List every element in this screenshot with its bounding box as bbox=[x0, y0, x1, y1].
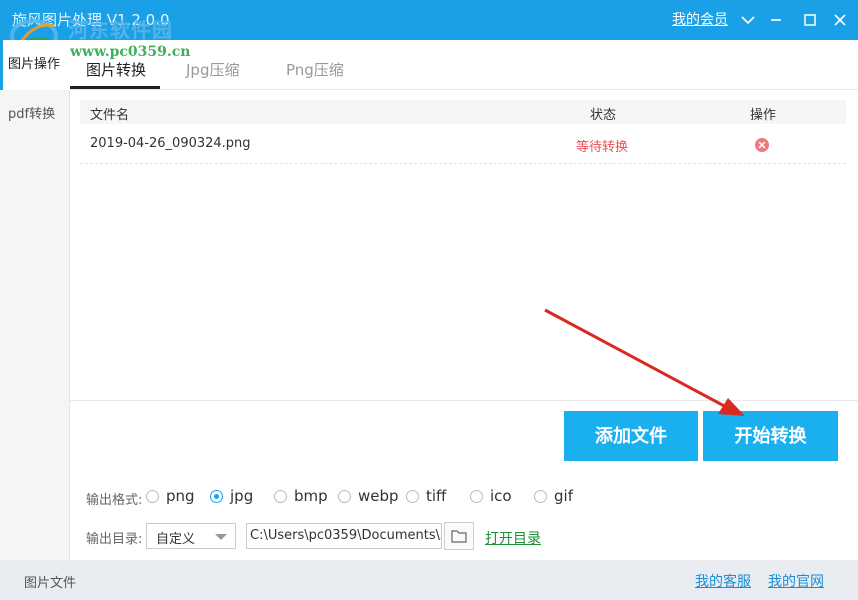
tab-jpg-compress[interactable]: Jpg压缩 bbox=[186, 59, 239, 80]
title-bar: 旋风图片处理 V1.2.0.0 我的会员 bbox=[0, 0, 858, 40]
folder-icon bbox=[451, 530, 467, 543]
browse-folder-button[interactable] bbox=[444, 522, 474, 550]
status-badge: 等待转换 bbox=[576, 140, 629, 155]
radio-circle bbox=[406, 490, 419, 503]
table-header: 文件名 状态 操作 bbox=[80, 100, 846, 124]
radio-circle bbox=[146, 490, 159, 503]
radio-circle bbox=[534, 490, 547, 503]
chevron-down-icon[interactable] bbox=[738, 10, 758, 30]
active-tab-indicator bbox=[70, 86, 160, 89]
tab-png-compress[interactable]: Png压缩 bbox=[286, 59, 344, 80]
column-header-action: 操作 bbox=[750, 108, 777, 123]
radio-circle bbox=[338, 490, 351, 503]
output-dir-mode-select[interactable]: 自定义 bbox=[146, 523, 236, 549]
column-header-status: 状态 bbox=[590, 108, 617, 123]
output-dir-path-input[interactable]: C:\Users\pc0359\Documents\x bbox=[246, 523, 442, 549]
close-icon[interactable] bbox=[830, 10, 850, 30]
radio-circle bbox=[274, 490, 287, 503]
maximize-icon[interactable] bbox=[800, 10, 820, 30]
table-row[interactable]: 2019-04-26_090324.png 等待转换 bbox=[80, 126, 846, 164]
caret-down-icon bbox=[215, 534, 227, 540]
control-panel: 添加文件 开始转换 输出格式: png jpg bmp webp tiff ic… bbox=[70, 400, 858, 560]
tab-image-convert[interactable]: 图片转换 bbox=[86, 59, 146, 80]
output-format-label: 输出格式: bbox=[86, 493, 143, 508]
select-value: 自定义 bbox=[156, 532, 196, 547]
start-convert-button[interactable]: 开始转换 bbox=[703, 411, 838, 461]
minimize-icon[interactable] bbox=[766, 10, 786, 30]
delete-icon[interactable] bbox=[754, 137, 770, 153]
radio-circle bbox=[470, 490, 483, 503]
radio-circle-selected bbox=[210, 490, 223, 503]
sidebar-item-pdf-convert[interactable]: pdf转换 bbox=[0, 90, 70, 140]
sidebar-item-image-ops[interactable]: 图片操作 bbox=[0, 40, 70, 90]
my-member-link[interactable]: 我的会员 bbox=[672, 9, 728, 29]
add-file-button[interactable]: 添加文件 bbox=[564, 411, 698, 461]
file-name: 2019-04-26_090324.png bbox=[90, 136, 251, 151]
status-text: 图片文件 bbox=[24, 576, 77, 591]
window-title: 旋风图片处理 V1.2.0.0 bbox=[12, 11, 170, 29]
customer-service-link[interactable]: 我的客服 bbox=[695, 571, 751, 591]
official-website-link[interactable]: 我的官网 bbox=[768, 571, 824, 591]
sidebar: 图片操作 pdf转换 bbox=[0, 40, 70, 560]
output-dir-label: 输出目录: bbox=[86, 532, 143, 547]
tab-bar: 图片转换 Jpg压缩 Png压缩 bbox=[70, 40, 858, 90]
open-directory-link[interactable]: 打开目录 bbox=[485, 528, 541, 548]
column-header-filename: 文件名 bbox=[90, 108, 130, 123]
status-bar: 图片文件 我的客服 我的官网 bbox=[0, 560, 858, 600]
